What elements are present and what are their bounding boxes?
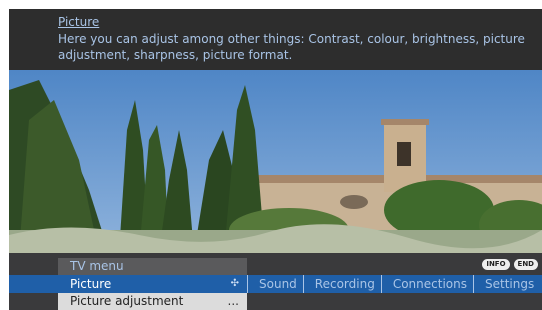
tab-sound[interactable]: Sound	[247, 275, 303, 293]
tv-menu-bar: TV menu INFO END Picture ✣ Sound Recordi…	[9, 253, 542, 310]
end-key-badge[interactable]: END	[513, 259, 538, 270]
submenu-item-label: Picture adjustment	[70, 294, 184, 308]
info-title: Picture	[58, 15, 100, 29]
menu-title: TV menu	[58, 258, 247, 275]
tab-settings[interactable]: Settings	[472, 275, 540, 293]
menu-tab-row: Picture ✣ Sound Recording Connections Se…	[9, 275, 542, 293]
key-hints: INFO END	[482, 259, 538, 270]
submenu-item-picture-adjustment[interactable]: Picture adjustment ...	[58, 293, 247, 310]
info-key-badge[interactable]: INFO	[482, 259, 510, 270]
more-indicator: ...	[227, 294, 239, 308]
info-description: Here you can adjust among other things: …	[58, 32, 525, 62]
tab-recording[interactable]: Recording	[302, 275, 381, 293]
tab-connections[interactable]: Connections	[380, 275, 473, 293]
four-way-arrow-icon: ✣	[230, 278, 239, 289]
tv-screen: Picture Here you can adjust among other …	[9, 9, 542, 310]
background-photo	[9, 70, 542, 253]
landscape-image	[9, 70, 542, 253]
tab-picture[interactable]: Picture ✣	[58, 275, 247, 293]
menu-tabs: Sound Recording Connections Settings	[247, 275, 540, 293]
tab-picture-label: Picture	[70, 277, 112, 291]
info-panel: Picture Here you can adjust among other …	[9, 9, 542, 70]
